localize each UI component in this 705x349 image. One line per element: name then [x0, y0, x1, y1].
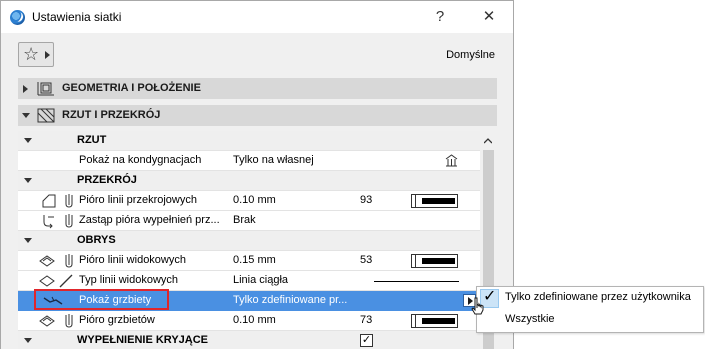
property-value: 0.10 mm: [233, 314, 276, 326]
grid-settings-dialog: Ustawienia siatki ? ✕ ☆ Domyślne GEOMETR…: [0, 0, 514, 349]
group-label: OBRYS: [77, 234, 116, 246]
checkmark-icon: ✓: [483, 288, 497, 305]
popup-item-user-defined[interactable]: ✓ Tylko zdefiniowane przez użytkownika: [477, 287, 703, 308]
default-settings-label: Domyślne: [446, 49, 495, 61]
property-name: Pióro linii przekrojowych: [79, 194, 197, 206]
property-value: 0.15 mm: [233, 254, 276, 266]
property-name: Typ linii widokowych: [79, 274, 179, 286]
table-row-show-on-stories[interactable]: Pokaż na kondygnacjach Tylko na własnej: [18, 151, 480, 171]
property-value[interactable]: Brak: [233, 214, 363, 226]
override-fill-pens-icon: [43, 214, 73, 229]
group-row-obrys[interactable]: OBRYS: [18, 231, 480, 251]
property-value: 0.10 mm: [233, 194, 276, 206]
panel-geometry-label: GEOMETRIA I POŁOŻENIE: [62, 82, 201, 94]
line-type-sample[interactable]: [374, 281, 459, 282]
table-row-override-fill-pens[interactable]: Zastąp pióra wypełnień prz... Brak: [18, 211, 480, 231]
panel-plan-section-header[interactable]: RZUT I PRZEKRÓJ: [18, 105, 497, 126]
group-label: PRZEKRÓJ: [77, 174, 137, 186]
collapse-arrow-icon: [24, 138, 32, 143]
pen-swatch[interactable]: [411, 254, 458, 268]
ridge-pen-icon: [39, 314, 73, 328]
property-name: Pokaż na kondygnacjach: [79, 154, 202, 166]
property-name: Pióro linii widokowych: [79, 254, 186, 266]
plan-section-icon: [37, 108, 55, 123]
panel-plan-section-label: RZUT I PRZEKRÓJ: [62, 109, 161, 121]
help-button[interactable]: ?: [426, 4, 454, 30]
ridges-options-popup: ✓ Tylko zdefiniowane przez użytkownika W…: [476, 286, 704, 333]
pen-number[interactable]: 73: [360, 314, 380, 326]
collapse-arrow-icon: [24, 238, 32, 243]
group-label: RZUT: [77, 134, 107, 146]
table-row-view-line-type[interactable]: Typ linii widokowych Linia ciągła: [18, 271, 480, 291]
story-icon[interactable]: [445, 154, 458, 167]
archicad-app-icon: [10, 10, 25, 25]
group-row-przekroj[interactable]: PRZEKRÓJ: [18, 171, 480, 191]
pen-number[interactable]: 93: [360, 194, 380, 206]
pen-number[interactable]: 53: [360, 254, 380, 266]
title-bar: Ustawienia siatki ? ✕: [1, 1, 513, 33]
popup-item-label: Wszystkie: [505, 313, 555, 325]
pen-swatch[interactable]: [411, 314, 458, 328]
geometry-icon: [37, 82, 54, 96]
highlight-frame: [34, 289, 169, 310]
pen-swatch[interactable]: [411, 194, 458, 208]
property-value[interactable]: Tylko zdefiniowane pr...: [233, 294, 363, 306]
star-icon: ☆: [23, 44, 40, 64]
group-label: WYPEŁNIENIE KRYJĄCE: [77, 334, 209, 346]
property-value[interactable]: Tylko na własnej: [233, 154, 363, 166]
property-value: Linia ciągła: [233, 274, 289, 286]
popup-item-all[interactable]: Wszystkie: [477, 309, 703, 330]
view-line-type-icon: [39, 274, 73, 288]
collapse-arrow-icon: [22, 113, 30, 118]
mouse-cursor-icon: [471, 297, 484, 315]
panel-geometry-header[interactable]: GEOMETRIA I POŁOŻENIE: [18, 78, 497, 99]
group-row-rzut[interactable]: RZUT: [18, 131, 480, 151]
expand-arrow-icon: [23, 85, 28, 93]
view-line-pen-icon: [39, 254, 73, 268]
close-button[interactable]: ✕: [475, 4, 503, 30]
settings-grid: RZUT Pokaż na kondygnacjach Tylko na wła…: [18, 131, 480, 349]
collapse-arrow-icon: [24, 338, 32, 343]
table-row-view-line-pen[interactable]: Pióro linii widokowych 0.15 mm 53: [18, 251, 480, 271]
opaque-fill-checkbox[interactable]: ✓: [360, 334, 373, 347]
window-title: Ustawienia siatki: [32, 10, 122, 24]
favorites-button[interactable]: ☆: [18, 42, 54, 67]
scroll-up-icon[interactable]: [484, 137, 492, 145]
table-row-cut-line-pen[interactable]: Pióro linii przekrojowych 0.10 mm 93: [18, 191, 480, 211]
collapse-arrow-icon: [24, 178, 32, 183]
cut-line-pen-icon: [42, 194, 73, 208]
group-row-opaque-fill[interactable]: WYPEŁNIENIE KRYJĄCE ✓: [18, 331, 480, 349]
chevron-right-icon: [45, 51, 50, 59]
property-name: Pióro grzbietów: [79, 314, 155, 326]
property-name: Zastąp pióra wypełnień prz...: [79, 214, 220, 226]
table-row-ridge-pen[interactable]: Pióro grzbietów 0.10 mm 73: [18, 311, 480, 331]
popup-item-label: Tylko zdefiniowane przez użytkownika: [505, 291, 691, 303]
